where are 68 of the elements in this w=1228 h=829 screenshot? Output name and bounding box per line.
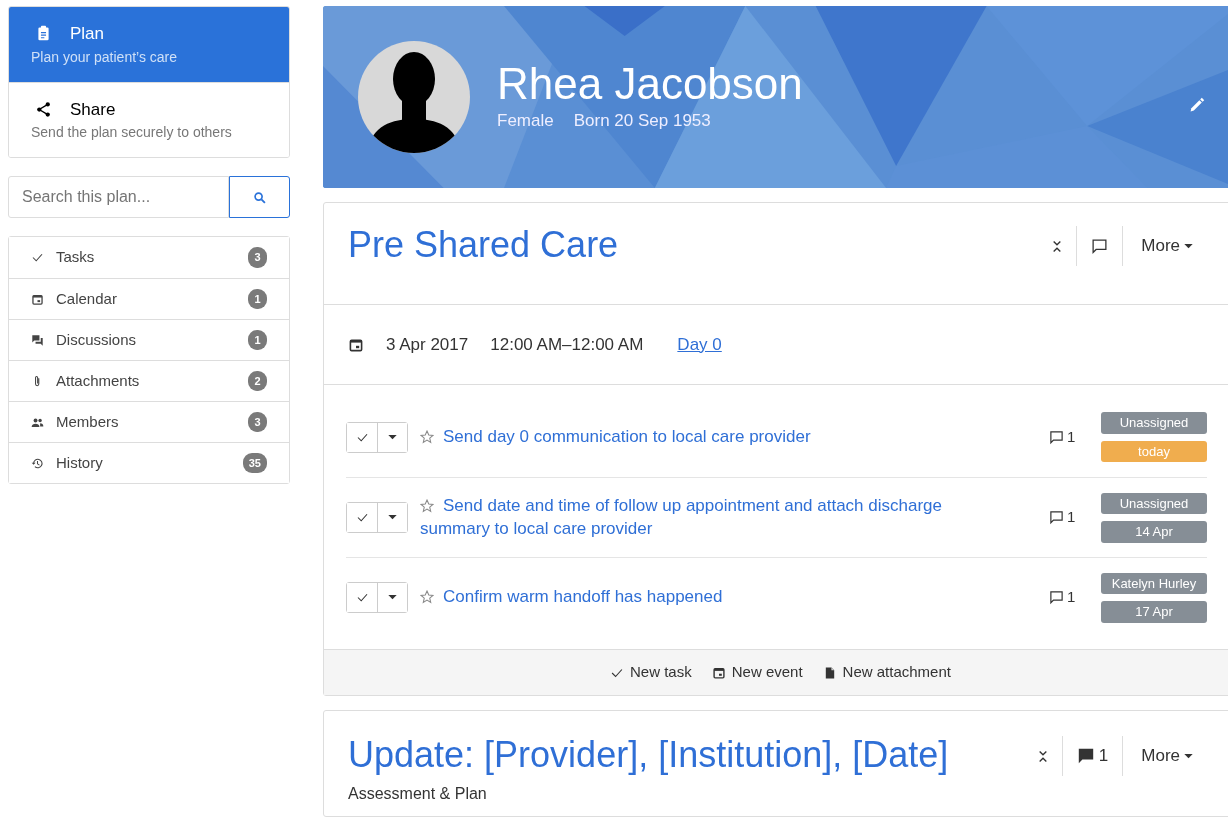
assignee-badge: Unassigned — [1101, 412, 1207, 434]
task-link[interactable]: Confirm warm handoff has happened — [420, 586, 989, 609]
nav-item[interactable]: Share Send the plan securely to others — [9, 81, 289, 157]
comment-count: 1 — [1049, 506, 1101, 529]
assignee-badge: Unassigned — [1101, 492, 1207, 514]
new-item-button[interactable]: New event — [711, 661, 803, 684]
comment-icon — [1049, 510, 1064, 525]
comment-icon — [1076, 747, 1095, 765]
search-icon — [252, 190, 267, 205]
event-time: 12:00 AM–12:00 AM — [490, 333, 644, 356]
patient-name: Rhea Jacobson — [497, 60, 803, 109]
section-label: Assessment & Plan — [347, 784, 488, 805]
comment-icon — [1049, 429, 1064, 445]
comment-icon — [1091, 237, 1109, 255]
history-icon — [31, 456, 44, 470]
check-icon — [31, 251, 44, 264]
more-dropdown[interactable]: More — [1123, 226, 1207, 266]
comment-count: 1 — [1049, 425, 1101, 449]
caret-icon — [388, 515, 397, 520]
count-badge: 1 — [248, 329, 267, 351]
card-title: Pre Shared Care — [348, 223, 620, 267]
collapse-icon — [1037, 749, 1048, 763]
more-dropdown[interactable]: More — [1123, 736, 1207, 776]
caret-icon — [388, 434, 397, 440]
task-link[interactable]: Send date and time of follow up appointment and attach discharge summary to local care provider — [420, 494, 989, 541]
pencil-icon — [1189, 96, 1205, 113]
assignee-badge: Katelyn Hurley — [1101, 572, 1207, 594]
check-icon — [355, 511, 369, 524]
count-badge: 2 — [248, 370, 267, 392]
new-item-button[interactable]: New task — [610, 661, 692, 684]
due-badge: today — [1101, 440, 1207, 462]
patient-gender: Female — [497, 110, 554, 133]
due-badge: 17 Apr — [1101, 601, 1207, 623]
count-badge: 35 — [242, 452, 267, 474]
count-badge: 1 — [248, 288, 267, 310]
star-icon[interactable] — [420, 590, 434, 605]
star-icon[interactable] — [420, 498, 434, 513]
task-link[interactable]: Send day 0 communication to local care provider — [420, 425, 989, 449]
star-icon[interactable] — [420, 429, 434, 444]
comment-count: 1 — [1049, 586, 1101, 609]
search-field[interactable]: Search this plan... — [8, 176, 229, 218]
caret-icon — [388, 595, 397, 600]
sidebar-item[interactable]: History 35 — [9, 442, 289, 483]
comments-button[interactable]: 1 — [1062, 736, 1123, 776]
card-title: Update: [Provider], [Institution], [Date] — [348, 733, 950, 777]
nav-item[interactable]: Plan Plan your patient’s care — [9, 7, 289, 82]
caret-icon — [1184, 753, 1193, 759]
count-badge: 3 — [248, 411, 267, 433]
count-badge: 3 — [248, 247, 267, 268]
collapse-icon — [1052, 239, 1063, 253]
patient-birth-date: Born 20 Sep 1953 — [573, 110, 711, 133]
caret-icon — [1184, 243, 1193, 249]
share-icon — [35, 100, 52, 118]
event-date: 3 Apr 2017 — [386, 333, 469, 356]
comment-icon — [1049, 590, 1064, 605]
chat-icon — [31, 333, 44, 347]
day-link[interactable]: Day 0 — [677, 331, 722, 358]
check-icon — [355, 591, 369, 604]
calendar-icon — [31, 292, 44, 306]
dropdown-button[interactable] — [377, 503, 407, 532]
clipboard-icon — [35, 25, 52, 43]
calendar-icon — [711, 665, 726, 680]
new-item-button[interactable]: New attachment — [822, 661, 951, 684]
calendar-icon — [348, 336, 364, 353]
dropdown-button[interactable] — [377, 583, 407, 612]
dropdown-button[interactable] — [377, 422, 407, 452]
search-button[interactable] — [229, 176, 290, 218]
due-badge: 14 Apr — [1101, 521, 1207, 543]
